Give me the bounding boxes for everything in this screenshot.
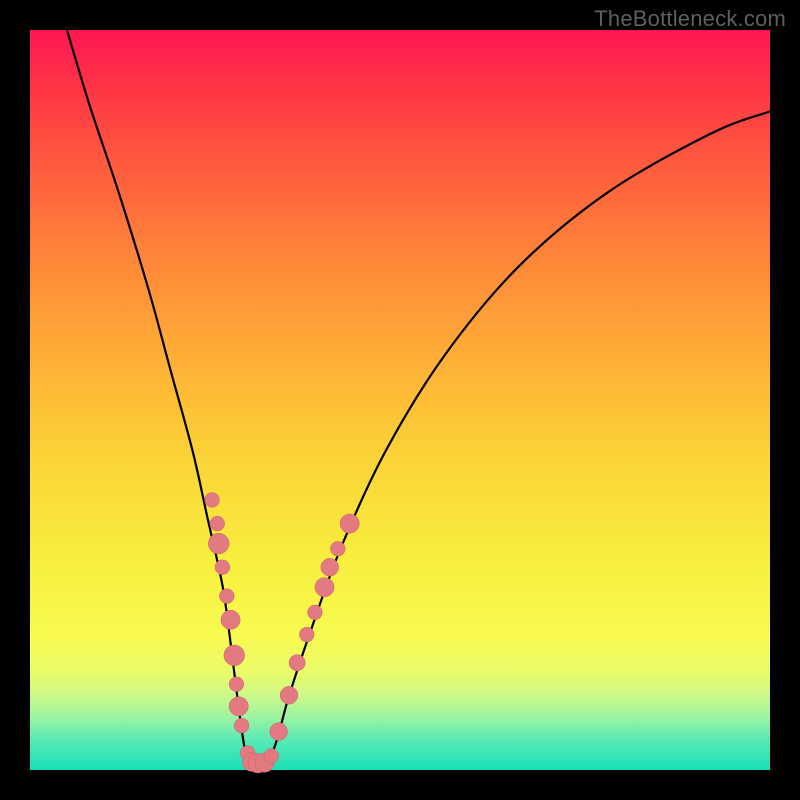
bottleneck-curve [67, 30, 770, 773]
scatter-dot [299, 627, 314, 642]
scatter-dot [224, 645, 245, 666]
chart-stage: TheBottleneck.com [0, 0, 800, 800]
scatter-dot [208, 533, 229, 554]
scatter-dot [234, 718, 249, 733]
scatter-dot [330, 541, 345, 556]
chart-svg [30, 30, 770, 770]
watermark-text: TheBottleneck.com [594, 6, 786, 32]
scatter-dot [321, 558, 339, 576]
scatter-dot [270, 723, 288, 741]
scatter-dot [340, 514, 359, 533]
plot-area [30, 30, 770, 770]
scatter-dot [229, 697, 248, 716]
scatter-dot [264, 749, 279, 764]
scatter-dot [229, 677, 244, 692]
scatter-dot [215, 560, 230, 575]
scatter-dot [219, 589, 234, 604]
scatter-markers [205, 493, 360, 773]
scatter-dot [205, 493, 220, 508]
scatter-dot [289, 655, 305, 671]
scatter-dot [221, 610, 240, 629]
scatter-dot [308, 605, 323, 620]
scatter-dot [210, 516, 225, 531]
scatter-dot [315, 578, 334, 597]
scatter-dot [280, 686, 298, 704]
